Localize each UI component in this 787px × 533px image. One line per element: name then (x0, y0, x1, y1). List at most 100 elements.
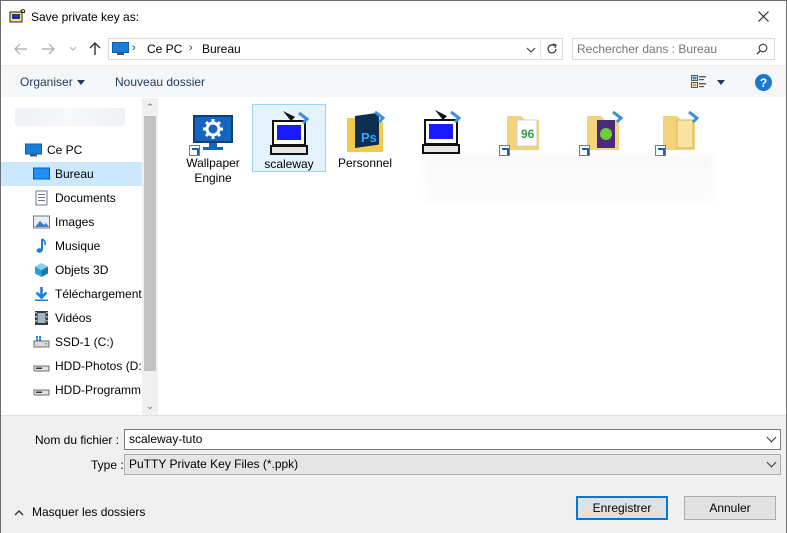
sidebar-item-label: SSD-1 (C:) (55, 335, 114, 349)
search-icon[interactable] (756, 43, 768, 55)
sidebar-item-images[interactable]: Images (1, 210, 142, 234)
sidebar-item-hdd-programmes[interactable]: HDD-Programm (1, 378, 142, 402)
up-arrow-icon (89, 42, 101, 55)
blurred-quick-access (15, 108, 125, 126)
filename-value: scaleway-tuto (129, 432, 203, 446)
sidebar-item-label: Ce PC (47, 143, 83, 157)
back-button[interactable] (12, 40, 30, 58)
recent-locations-button[interactable] (64, 40, 82, 58)
chevron-down-icon[interactable] (766, 432, 777, 443)
organize-label: Organiser (20, 75, 73, 89)
save-button[interactable]: Enregistrer (576, 496, 668, 520)
drive-icon (33, 336, 50, 348)
breadcrumb-current[interactable]: Bureau (202, 42, 241, 56)
save-options-panel: Nom du fichier : scaleway-tuto Type : Pu… (1, 415, 786, 533)
sidebar-item-label: Documents (55, 191, 116, 205)
sidebar-item-documents[interactable]: Documents (1, 186, 142, 210)
sidebar-scrollbar[interactable]: ⌃ ⌄ (142, 98, 158, 415)
up-button[interactable] (86, 40, 104, 58)
music-icon (36, 238, 46, 253)
forward-button[interactable] (39, 40, 57, 58)
chevron-down-icon (69, 46, 77, 51)
drive-icon (33, 365, 50, 372)
sidebar-item-hdd-photos[interactable]: HDD-Photos (D: (1, 354, 142, 378)
file-item-folder-3[interactable] (642, 104, 716, 172)
file-item-scaleway[interactable]: scaleway (252, 104, 326, 172)
sidebar-item-videos[interactable]: Vidéos (1, 306, 142, 330)
wallpaper-engine-icon (189, 108, 237, 156)
hide-folders-toggle[interactable]: Masquer les dossiers (14, 505, 145, 519)
file-item-folder-2[interactable] (566, 104, 640, 172)
sidebar-item-label: HDD-Programm (55, 383, 142, 397)
file-label: scaleway (264, 157, 314, 171)
close-button[interactable] (740, 1, 786, 32)
svg-text:Ps: Ps (361, 130, 377, 145)
cube-3d-icon (35, 263, 48, 277)
refresh-icon (546, 43, 557, 54)
new-folder-button[interactable]: Nouveau dossier (115, 75, 205, 89)
back-arrow-icon (14, 43, 27, 55)
filename-label: Nom du fichier : (35, 433, 120, 447)
sidebar-item-label: HDD-Photos (D: (55, 359, 142, 373)
scrollbar-thumb[interactable] (144, 116, 156, 371)
address-bar[interactable]: › Ce PC › Bureau (108, 38, 563, 60)
file-item-folder-1[interactable]: 96 (486, 104, 560, 172)
hide-folders-label: Masquer les dossiers (32, 505, 146, 519)
putty-icon (417, 108, 465, 156)
desktop-icon (33, 167, 50, 180)
folder-icon (579, 108, 627, 156)
forward-arrow-icon (42, 43, 55, 55)
type-select[interactable]: PuTTY Private Key Files (*.ppk) (124, 454, 781, 475)
drive-icon (33, 389, 50, 396)
file-label: Wallpaper Engine (186, 156, 240, 185)
folder-icon (655, 108, 703, 156)
sidebar-item-label: Musique (55, 239, 101, 253)
search-input[interactable] (577, 41, 747, 57)
type-label: Type : (91, 458, 124, 472)
sidebar-item-label: Objets 3D (55, 263, 109, 277)
scroll-up-icon[interactable]: ⌃ (145, 102, 155, 112)
chevron-down-icon[interactable] (524, 43, 538, 57)
file-item-personnel[interactable]: Ps Personnel (328, 104, 402, 172)
shortcut-arrow-icon (189, 145, 200, 156)
sidebar-item-telechargements[interactable]: Téléchargements (1, 282, 148, 306)
help-icon[interactable]: ? (755, 74, 772, 91)
file-item-putty-shortcut[interactable] (404, 104, 478, 172)
sidebar-item-musique[interactable]: Musique (1, 234, 142, 258)
type-value: PuTTY Private Key Files (*.ppk) (129, 457, 299, 471)
search-box[interactable] (572, 38, 775, 60)
view-options-caret-icon[interactable] (717, 80, 725, 85)
organize-button[interactable]: Organiser (20, 75, 85, 89)
sidebar-item-label: Bureau (55, 167, 94, 181)
sidebar-item-objets-3d[interactable]: Objets 3D (1, 258, 142, 282)
shortcut-arrow-icon (499, 145, 510, 156)
save-dialog: Save private key as: › Ce PC › Bureau Re… (0, 0, 787, 533)
window-title: Save private key as: (31, 10, 140, 24)
sidebar-item-label: Vidéos (55, 311, 92, 325)
chevron-right-icon: › (189, 42, 193, 54)
cancel-button[interactable]: Annuler (684, 496, 776, 520)
sidebar-item-label: Images (55, 215, 95, 229)
title-bar: Save private key as: (1, 1, 786, 32)
breadcrumb-root[interactable]: Ce PC (147, 42, 182, 56)
chevron-up-icon (14, 509, 24, 515)
shortcut-arrow-icon (579, 145, 590, 156)
file-item-wallpaper-engine[interactable]: Wallpaper Engine (176, 104, 250, 185)
scroll-down-icon[interactable]: ⌄ (145, 401, 155, 411)
sidebar-item-label: Téléchargements (55, 287, 148, 301)
documents-icon (35, 190, 48, 206)
change-view-icon[interactable] (691, 75, 707, 89)
images-icon (33, 215, 50, 229)
sidebar-item-bureau[interactable]: Bureau (1, 162, 142, 186)
video-icon (35, 311, 48, 325)
refresh-button[interactable] (540, 39, 562, 59)
command-bar: Organiser Nouveau dossier ? (1, 65, 786, 97)
putty-icon (265, 109, 313, 157)
download-icon (35, 287, 48, 301)
navigation-bar: › Ce PC › Bureau (1, 32, 786, 64)
sidebar-item-ssd-1[interactable]: SSD-1 (C:) (1, 330, 142, 354)
file-label: Personnel (337, 156, 393, 170)
chevron-down-icon[interactable] (766, 457, 777, 468)
filename-field[interactable]: scaleway-tuto (124, 429, 781, 450)
sidebar-item-ce-pc[interactable]: Ce PC (1, 138, 142, 162)
